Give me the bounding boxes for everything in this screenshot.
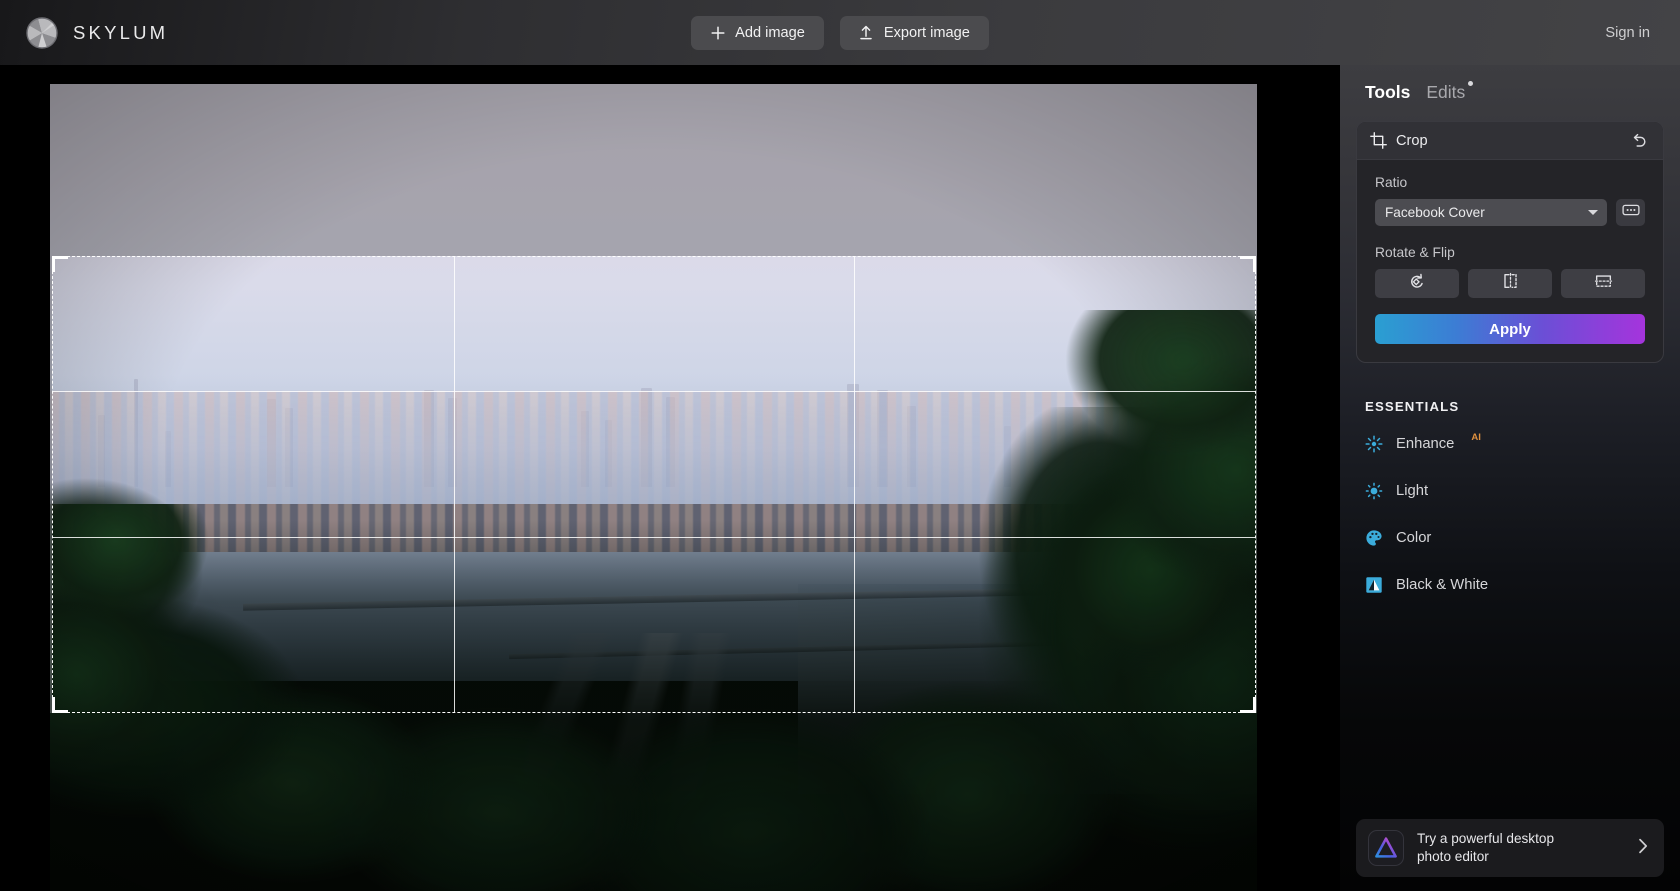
top-header: SKYLUM Add image Export image — [0, 0, 1680, 65]
crop-dim-right — [1256, 256, 1257, 713]
sidebar-item-light-label: Light — [1396, 483, 1428, 499]
flip-vertical-icon — [1594, 272, 1613, 295]
crop-tool-panel: Crop Ratio Facebook Cover — [1356, 121, 1664, 363]
flip-vertical-button[interactable] — [1561, 269, 1645, 298]
ratio-select[interactable]: Facebook Cover — [1375, 199, 1607, 226]
sidebar-item-enhance-label: Enhance — [1396, 436, 1454, 452]
luminar-triangle-icon — [1368, 830, 1404, 866]
crop-grid-line-vertical-2 — [854, 257, 855, 712]
desktop-promo-banner[interactable]: Try a powerful desktop photo editor — [1356, 819, 1664, 877]
sidebar-item-black-and-white-label: Black & White — [1396, 577, 1488, 593]
sidebar-item-enhance[interactable]: Enhance AI — [1340, 430, 1680, 458]
crop-panel-body: Ratio Facebook Cover — [1357, 160, 1663, 362]
essentials-list: Enhance AI Light — [1340, 430, 1680, 599]
apply-button[interactable]: Apply — [1375, 314, 1645, 344]
brand-logo[interactable]: SKYLUM — [25, 16, 168, 50]
crop-handle-top-left[interactable] — [52, 256, 68, 272]
palette-icon — [1365, 529, 1383, 547]
crop-grid-line-vertical-1 — [454, 257, 455, 712]
rotate-counterclockwise-icon — [1408, 272, 1427, 296]
essentials-heading: ESSENTIALS — [1365, 399, 1680, 414]
rotate-flip-row — [1375, 269, 1645, 298]
ratio-row: Facebook Cover — [1375, 199, 1645, 226]
promo-line-1: Try a powerful desktop — [1417, 830, 1624, 848]
crop-grid-line-horizontal-1 — [53, 391, 1255, 392]
promo-text: Try a powerful desktop photo editor — [1417, 830, 1624, 867]
promo-line-2: photo editor — [1417, 848, 1624, 866]
tab-edits[interactable]: Edits — [1426, 82, 1465, 103]
rotate-left-button[interactable] — [1375, 269, 1459, 298]
sidebar-item-color-label: Color — [1396, 530, 1431, 546]
custom-size-button[interactable] — [1616, 199, 1645, 226]
export-image-button[interactable]: Export image — [840, 16, 989, 50]
ai-badge: AI — [1471, 432, 1481, 443]
tab-tools[interactable]: Tools — [1365, 82, 1410, 103]
sign-in-label: Sign in — [1605, 25, 1650, 41]
crop-grid-line-horizontal-2 — [53, 537, 1255, 538]
crop-panel-header: Crop — [1357, 122, 1663, 160]
black-white-icon — [1365, 576, 1383, 594]
flip-horizontal-button[interactable] — [1468, 269, 1552, 298]
tab-tools-label: Tools — [1365, 82, 1410, 102]
crop-icon — [1370, 132, 1387, 149]
undo-icon[interactable] — [1629, 131, 1649, 151]
ratio-selected-value: Facebook Cover — [1385, 205, 1485, 220]
crop-handle-top-right[interactable] — [1240, 256, 1256, 272]
edits-badge-dot — [1468, 81, 1473, 86]
app-root: SKYLUM Add image Export image — [0, 0, 1680, 891]
crop-handle-bottom-left[interactable] — [52, 697, 68, 713]
crop-selection[interactable] — [52, 256, 1256, 713]
add-image-button[interactable]: Add image — [691, 16, 824, 50]
ratio-label: Ratio — [1375, 175, 1645, 190]
sign-in-button[interactable]: Sign in — [1605, 0, 1650, 65]
header-actions: Add image Export image — [0, 0, 1680, 65]
sidebar-tabs: Tools Edits — [1340, 65, 1680, 103]
add-image-label: Add image — [735, 25, 805, 41]
upload-arrow-icon — [859, 25, 874, 40]
sun-brightness-icon — [1365, 482, 1383, 500]
chevron-right-icon[interactable] — [1637, 837, 1649, 860]
crop-panel-title: Crop — [1396, 133, 1629, 149]
sidebar-item-color[interactable]: Color — [1340, 524, 1680, 552]
flip-horizontal-icon — [1501, 272, 1520, 295]
rotate-flip-label: Rotate & Flip — [1375, 245, 1645, 260]
tools-sidebar: Tools Edits Crop — [1340, 65, 1680, 891]
photo-container — [50, 84, 1257, 891]
crop-handle-bottom-right[interactable] — [1240, 697, 1256, 713]
sidebar-item-light[interactable]: Light — [1340, 477, 1680, 505]
custom-size-icon — [1622, 203, 1640, 222]
tab-edits-label: Edits — [1426, 82, 1465, 102]
apply-label: Apply — [1489, 321, 1531, 338]
export-image-label: Export image — [884, 25, 970, 41]
enhance-sparkle-icon — [1365, 435, 1383, 453]
sidebar-item-black-and-white[interactable]: Black & White — [1340, 571, 1680, 599]
brand-name: SKYLUM — [73, 22, 168, 44]
crop-dim-top — [50, 84, 1257, 256]
image-canvas[interactable] — [0, 65, 1340, 891]
aperture-icon — [25, 16, 59, 50]
plus-icon — [710, 25, 725, 40]
chevron-down-icon — [1588, 210, 1598, 215]
